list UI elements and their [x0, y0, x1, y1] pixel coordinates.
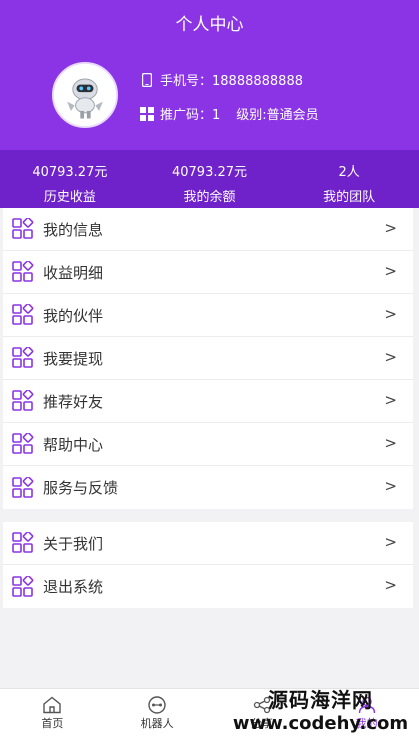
robot-icon [148, 696, 166, 714]
apps-icon [12, 218, 34, 239]
grid-icon [140, 106, 154, 121]
stat-team[interactable]: 2人 我的团队 [279, 150, 419, 208]
menu-item-label: 我的信息 [43, 220, 104, 239]
stat-label: 我的余额 [183, 190, 236, 205]
phone-number: 手机号：18888888888 [160, 74, 303, 89]
profile-header: 个人中心 手机号：18888888888 推广码：1 级别:普通会员 [0, 0, 419, 150]
tab-home[interactable]: 首页 [0, 689, 105, 739]
tab-label: 机器人 [140, 717, 174, 730]
stat-value: 2人 [338, 165, 360, 180]
apps-icon [12, 390, 34, 411]
chevron-right-icon: > [384, 434, 397, 452]
stat-balance[interactable]: 40793.27元 我的余额 [140, 150, 280, 208]
apps-icon [12, 532, 34, 553]
apps-icon [12, 261, 34, 282]
menu-item-my-info[interactable]: 我的信息 > [3, 208, 413, 251]
menu-item-label: 服务与反馈 [43, 479, 119, 497]
apps-icon [12, 433, 34, 454]
main-menu: 我的信息 > 收益明细 > 我的伙伴 > 我要提现 > 推荐好友 > 帮助中心 … [3, 208, 413, 509]
menu-item-recommend-friends[interactable]: 推荐好友 > [3, 380, 413, 423]
chevron-right-icon: > [384, 348, 397, 366]
menu-item-label: 关于我们 [43, 534, 104, 553]
home-icon [43, 696, 62, 714]
phone-row: 手机号：18888888888 [140, 70, 303, 89]
stats-bar: 40793.27元 历史收益 40793.27元 我的余额 2人 我的团队 [0, 150, 419, 208]
menu-item-label: 推荐好友 [43, 392, 104, 411]
stat-label: 历史收益 [43, 190, 96, 205]
watermark-title: 源码海洋网 [268, 688, 373, 712]
chevron-right-icon: > [384, 576, 397, 594]
chevron-right-icon: > [384, 262, 397, 280]
chevron-right-icon: > [384, 305, 397, 323]
menu-item-partners[interactable]: 我的伙伴 > [3, 294, 413, 337]
menu-item-logout[interactable]: 退出系统 > [3, 565, 413, 608]
phone-icon [140, 72, 154, 87]
menu-item-label: 我的伙伴 [43, 306, 104, 325]
tab-label: 首页 [41, 717, 64, 730]
apps-icon [12, 575, 34, 597]
stat-value: 40793.27元 [171, 165, 248, 180]
robot-avatar-icon [54, 64, 116, 126]
menu-item-label: 帮助中心 [43, 435, 104, 454]
stat-value: 40793.27元 [32, 165, 108, 180]
menu-item-withdraw[interactable]: 我要提现 > [3, 337, 413, 380]
menu-item-label: 收益明细 [43, 263, 104, 282]
menu-item-about-us[interactable]: 关于我们 > [3, 522, 413, 565]
apps-icon [12, 476, 34, 498]
apps-icon [12, 304, 34, 325]
menu-item-help-center[interactable]: 帮助中心 > [3, 423, 413, 466]
avatar[interactable] [52, 62, 118, 128]
secondary-menu: 关于我们 > 退出系统 > [3, 522, 413, 608]
page-title: 个人中心 [175, 15, 244, 35]
watermark-url: www.codehy.com [232, 713, 409, 734]
invite-row: 推广码：1 级别:普通会员 [140, 104, 319, 123]
menu-item-label: 我要提现 [43, 349, 104, 368]
tab-robot[interactable]: 机器人 [105, 689, 210, 739]
menu-item-income-details[interactable]: 收益明细 > [3, 251, 413, 294]
menu-item-service-feedback[interactable]: 服务与反馈 > [3, 466, 413, 509]
chevron-right-icon: > [384, 219, 397, 237]
chevron-right-icon: > [384, 533, 397, 551]
invite-code: 推广码：1 [160, 108, 221, 123]
apps-icon [12, 347, 34, 368]
chevron-right-icon: > [384, 477, 397, 495]
stat-history-income[interactable]: 40793.27元 历史收益 [0, 150, 140, 208]
member-level: 级别:普通会员 [236, 108, 319, 123]
watermark: 源码海洋网 www.codehy.com [222, 684, 419, 739]
stat-label: 我的团队 [323, 190, 376, 205]
menu-item-label: 退出系统 [43, 578, 104, 596]
chevron-right-icon: > [384, 391, 397, 409]
